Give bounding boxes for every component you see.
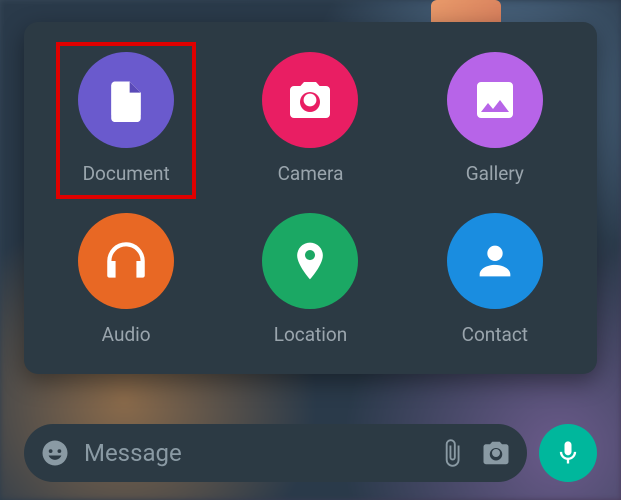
- attach-document[interactable]: Document: [56, 42, 196, 199]
- attach-audio[interactable]: Audio: [56, 213, 196, 346]
- document-icon: [78, 52, 174, 148]
- attach-icon[interactable]: [437, 438, 467, 468]
- attach-gallery[interactable]: Gallery: [425, 52, 565, 185]
- mic-icon: [554, 439, 582, 467]
- attach-contact[interactable]: Contact: [425, 213, 565, 346]
- person-icon: [447, 213, 543, 309]
- attach-camera-label: Camera: [278, 162, 344, 185]
- headphones-icon: [78, 213, 174, 309]
- camera-icon: [262, 52, 358, 148]
- message-placeholder: Message: [84, 439, 423, 467]
- camera-input-icon[interactable]: [481, 438, 511, 468]
- voice-message-button[interactable]: [539, 424, 597, 482]
- attach-contact-label: Contact: [462, 323, 528, 346]
- attachment-panel: Document Camera Gallery Audio Location: [24, 22, 597, 374]
- location-pin-icon: [262, 213, 358, 309]
- message-input-bar: Message: [24, 424, 597, 482]
- message-input[interactable]: Message: [24, 424, 527, 482]
- attach-gallery-label: Gallery: [466, 162, 524, 185]
- attach-camera[interactable]: Camera: [240, 52, 380, 185]
- attach-location[interactable]: Location: [240, 213, 380, 346]
- attachment-grid: Document Camera Gallery Audio Location: [44, 52, 577, 346]
- attach-location-label: Location: [274, 323, 348, 346]
- attach-audio-label: Audio: [102, 323, 151, 346]
- gallery-icon: [447, 52, 543, 148]
- emoji-icon[interactable]: [40, 438, 70, 468]
- attach-document-label: Document: [83, 162, 170, 185]
